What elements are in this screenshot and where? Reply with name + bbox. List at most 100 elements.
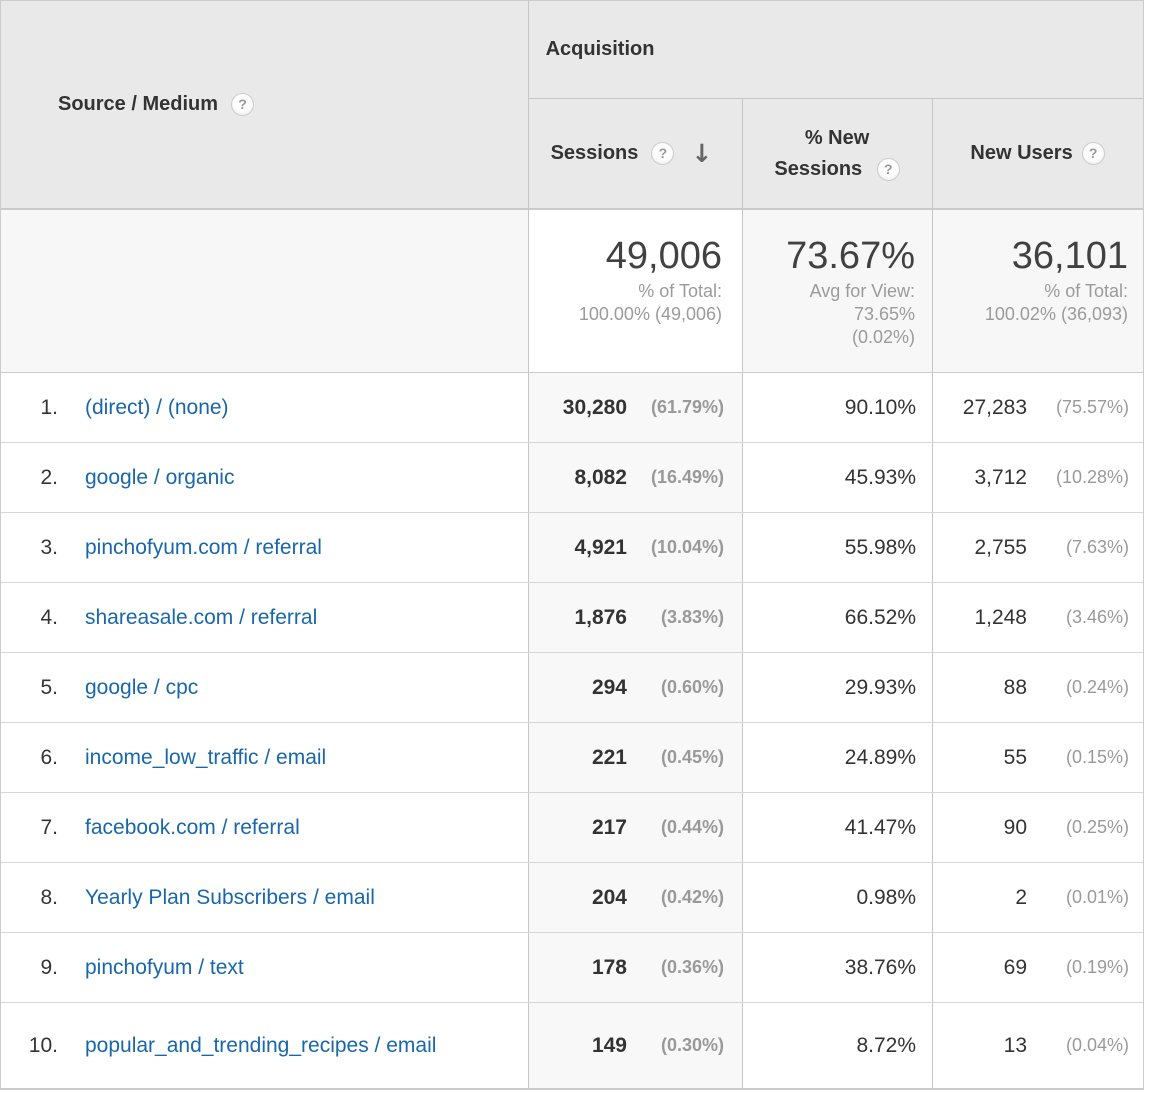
sessions-header-label[interactable]: Sessions: [551, 142, 639, 165]
new-users-cell: 27,283 (75.57%): [932, 373, 1143, 442]
new-users-cell: 3,712 (10.28%): [932, 443, 1143, 512]
source-medium-cell: 4. shareasale.com / referral: [1, 583, 528, 652]
source-medium-link[interactable]: popular_and_trending_recipes / email: [85, 1032, 436, 1059]
dimension-header-label[interactable]: Source / Medium: [58, 93, 218, 116]
table-row: 7. facebook.com / referral 217 (0.44%) 4…: [1, 793, 1143, 863]
metrics-header: Acquisition Sessions ? ↓ % New Sessions …: [528, 1, 1143, 208]
new-sessions-cell: 90.10%: [742, 373, 932, 442]
new-users-cell: 13 (0.04%): [932, 1003, 1143, 1088]
new-sessions-average: 73.67%: [743, 235, 915, 277]
row-rank: 3.: [1, 536, 58, 560]
row-rank: 7.: [1, 816, 58, 840]
new-sessions-value: 38.76%: [845, 956, 916, 980]
row-rank: 8.: [1, 886, 58, 910]
help-icon[interactable]: ?: [1082, 142, 1105, 165]
sessions-percent: (0.42%): [627, 887, 724, 908]
sessions-percent: (0.36%): [627, 957, 724, 978]
new-sessions-value: 8.72%: [856, 1034, 916, 1058]
new-sessions-header-line1[interactable]: % New: [774, 123, 899, 154]
row-rank: 2.: [1, 466, 58, 490]
new-sessions-cell: 0.98%: [742, 863, 932, 932]
table-header: Source / Medium ? Acquisition Sessions ?…: [1, 1, 1143, 210]
table-row: 2. google / organic 8,082 (16.49%) 45.93…: [1, 443, 1143, 513]
sessions-percent: (16.49%): [627, 467, 724, 488]
summary-new-sessions-cell: 73.67% Avg for View: 73.65% (0.02%): [742, 210, 932, 372]
new-users-percent: (0.19%): [1027, 957, 1129, 978]
new-users-cell: 1,248 (3.46%): [932, 583, 1143, 652]
table-row: 5. google / cpc 294 (0.60%) 29.93% 88 (0…: [1, 653, 1143, 723]
new-sessions-cell: 55.98%: [742, 513, 932, 582]
new-users-percent: (0.15%): [1027, 747, 1129, 768]
source-medium-link[interactable]: income_low_traffic / email: [85, 744, 326, 771]
sessions-percent: (0.44%): [627, 817, 724, 838]
table-row: 1. (direct) / (none) 30,280 (61.79%) 90.…: [1, 373, 1143, 443]
summary-dimension-cell: [1, 210, 528, 372]
column-header-new-users[interactable]: New Users ?: [932, 99, 1143, 208]
new-sessions-avg-value: 73.65%: [743, 303, 915, 326]
sort-descending-icon[interactable]: ↓: [691, 141, 712, 166]
new-users-percent: (10.28%): [1027, 467, 1129, 488]
sessions-percent: (61.79%): [627, 397, 724, 418]
source-medium-cell: 8. Yearly Plan Subscribers / email: [1, 863, 528, 932]
new-sessions-cell: 29.93%: [742, 653, 932, 722]
column-header-new-sessions[interactable]: % New Sessions ?: [742, 99, 932, 208]
new-users-cell: 88 (0.24%): [932, 653, 1143, 722]
new-sessions-header-line2[interactable]: Sessions: [774, 158, 862, 180]
new-users-value: 90: [1004, 816, 1027, 840]
sessions-percent: (0.45%): [627, 747, 724, 768]
new-users-percent: (75.57%): [1027, 397, 1129, 418]
new-users-value: 69: [1004, 956, 1027, 980]
new-sessions-cell: 38.76%: [742, 933, 932, 1002]
new-users-percent: (0.24%): [1027, 677, 1129, 698]
sessions-value: 4,921: [574, 536, 627, 560]
table-row: 9. pinchofyum / text 178 (0.36%) 38.76% …: [1, 933, 1143, 1003]
source-medium-link[interactable]: (direct) / (none): [85, 394, 229, 421]
help-icon[interactable]: ?: [231, 93, 254, 116]
new-sessions-avg-delta: (0.02%): [743, 326, 915, 349]
new-sessions-cell: 66.52%: [742, 583, 932, 652]
source-medium-link[interactable]: facebook.com / referral: [85, 814, 300, 841]
summary-row: 49,006 % of Total: 100.00% (49,006) 73.6…: [1, 210, 1143, 373]
source-medium-cell: 5. google / cpc: [1, 653, 528, 722]
new-sessions-value: 55.98%: [845, 536, 916, 560]
source-medium-link[interactable]: shareasale.com / referral: [85, 604, 317, 631]
new-users-value: 3,712: [974, 466, 1027, 490]
sessions-value: 294: [592, 676, 627, 700]
table-row: 3. pinchofyum.com / referral 4,921 (10.0…: [1, 513, 1143, 583]
new-users-value: 13: [1004, 1034, 1027, 1058]
source-medium-link[interactable]: pinchofyum / text: [85, 954, 244, 981]
new-users-percent: (0.01%): [1027, 887, 1129, 908]
new-users-value: 27,283: [963, 396, 1027, 420]
new-sessions-value: 0.98%: [856, 886, 916, 910]
sessions-value: 221: [592, 746, 627, 770]
source-medium-link[interactable]: google / cpc: [85, 674, 198, 701]
metric-column-headers: Sessions ? ↓ % New Sessions ? New Users: [528, 99, 1143, 208]
column-header-sessions[interactable]: Sessions ? ↓: [528, 99, 742, 208]
source-medium-link[interactable]: Yearly Plan Subscribers / email: [85, 884, 375, 911]
row-rank: 5.: [1, 676, 58, 700]
new-users-header-label[interactable]: New Users: [970, 142, 1072, 165]
summary-new-users-cell: 36,101 % of Total: 100.02% (36,093): [932, 210, 1143, 372]
new-sessions-cell: 41.47%: [742, 793, 932, 862]
sessions-cell: 30,280 (61.79%): [528, 373, 742, 442]
help-icon[interactable]: ?: [651, 142, 674, 165]
new-users-cell: 90 (0.25%): [932, 793, 1143, 862]
sessions-cell: 4,921 (10.04%): [528, 513, 742, 582]
sessions-total: 49,006: [529, 235, 722, 277]
sessions-value: 178: [592, 956, 627, 980]
sessions-percent: (3.83%): [627, 607, 724, 628]
sessions-percent: (0.60%): [627, 677, 724, 698]
sessions-total-detail: 100.00% (49,006): [529, 303, 722, 326]
help-icon[interactable]: ?: [877, 158, 900, 181]
new-users-total-detail: 100.02% (36,093): [933, 303, 1128, 326]
source-medium-link[interactable]: pinchofyum.com / referral: [85, 534, 322, 561]
new-users-value: 1,248: [974, 606, 1027, 630]
table-row: 10. popular_and_trending_recipes / email…: [1, 1003, 1143, 1088]
new-sessions-value: 90.10%: [845, 396, 916, 420]
source-medium-cell: 7. facebook.com / referral: [1, 793, 528, 862]
dimension-header-cell: Source / Medium ?: [1, 1, 528, 208]
new-sessions-value: 29.93%: [845, 676, 916, 700]
new-users-cell: 2 (0.01%): [932, 863, 1143, 932]
source-medium-cell: 10. popular_and_trending_recipes / email: [1, 1003, 528, 1088]
source-medium-link[interactable]: google / organic: [85, 464, 234, 491]
